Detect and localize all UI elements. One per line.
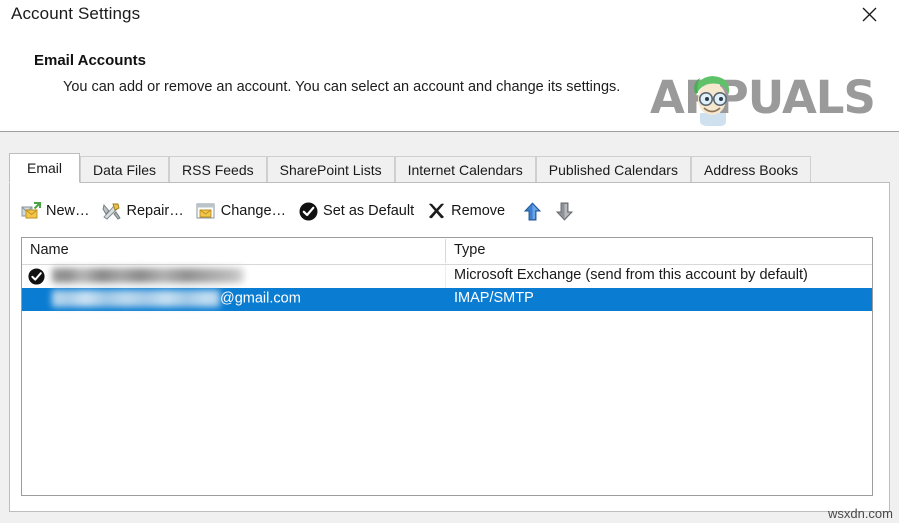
arrow-down-icon	[556, 202, 573, 221]
redacted-email-text	[52, 268, 244, 283]
dialog-body: Email Data Files RSS Feeds SharePoint Li…	[0, 132, 899, 523]
move-up-button[interactable]	[519, 198, 545, 224]
tab-data-files[interactable]: Data Files	[80, 156, 169, 182]
move-down-button[interactable]	[551, 198, 577, 224]
email-tab-panel: New… Repair…	[9, 182, 890, 512]
tab-internet-calendars[interactable]: Internet Calendars	[395, 156, 536, 182]
remove-account-button[interactable]: Remove	[422, 197, 513, 225]
remove-account-label: Remove	[451, 203, 505, 219]
tab-sharepoint-lists[interactable]: SharePoint Lists	[267, 156, 395, 182]
set-as-default-button[interactable]: Set as Default	[294, 197, 422, 225]
account-list[interactable]: Name Type Microsoft Exchange (send from …	[21, 237, 873, 496]
arrow-up-icon	[524, 202, 541, 221]
close-button[interactable]	[847, 0, 891, 28]
repair-account-button[interactable]: Repair…	[98, 197, 192, 225]
appuals-mascot-icon	[686, 69, 736, 127]
account-name-cell	[52, 267, 244, 283]
change-account-label: Change…	[221, 203, 286, 219]
tab-strip: Email Data Files RSS Feeds SharePoint Li…	[9, 154, 811, 182]
change-account-button[interactable]: Change…	[192, 197, 294, 225]
tab-rss-feeds[interactable]: RSS Feeds	[169, 156, 267, 182]
column-header-type[interactable]: Type	[454, 242, 485, 258]
column-divider[interactable]	[445, 239, 446, 263]
page-title: Email Accounts	[34, 52, 146, 69]
remove-x-icon	[426, 201, 446, 221]
repair-account-label: Repair…	[127, 203, 184, 219]
site-watermark: wsxdn.com	[828, 506, 893, 521]
table-row[interactable]: @gmail.com IMAP/SMTP	[22, 288, 872, 311]
default-account-check-icon	[28, 268, 45, 285]
tab-address-books[interactable]: Address Books	[691, 156, 811, 182]
account-name-cell: @gmail.com	[52, 290, 301, 307]
account-type-cell: IMAP/SMTP	[454, 290, 534, 306]
account-type-cell: Microsoft Exchange (send from this accou…	[454, 267, 808, 283]
tab-email[interactable]: Email	[9, 153, 80, 183]
list-header-row: Name Type	[22, 238, 872, 265]
account-name-suffix: @gmail.com	[220, 290, 301, 306]
table-row[interactable]: Microsoft Exchange (send from this accou…	[22, 265, 872, 288]
tab-published-calendars[interactable]: Published Calendars	[536, 156, 691, 182]
column-header-name[interactable]: Name	[30, 242, 69, 258]
title-bar: Account Settings	[0, 0, 899, 31]
close-icon	[862, 7, 877, 22]
redacted-email-text	[52, 290, 220, 307]
dialog-header: Email Accounts You can add or remove an …	[0, 31, 899, 131]
page-description: You can add or remove an account. You ca…	[63, 79, 620, 95]
window-title: Account Settings	[11, 4, 140, 24]
check-circle-icon	[298, 201, 318, 221]
account-toolbar: New… Repair…	[17, 196, 577, 226]
appuals-logo: APPUALS	[650, 67, 890, 129]
new-account-label: New…	[46, 203, 90, 219]
appuals-logo-text: APPUALS	[650, 71, 875, 124]
change-account-icon	[196, 201, 216, 221]
new-account-icon	[21, 201, 41, 221]
new-account-button[interactable]: New…	[17, 197, 98, 225]
set-as-default-label: Set as Default	[323, 203, 414, 219]
repair-tools-icon	[102, 201, 122, 221]
